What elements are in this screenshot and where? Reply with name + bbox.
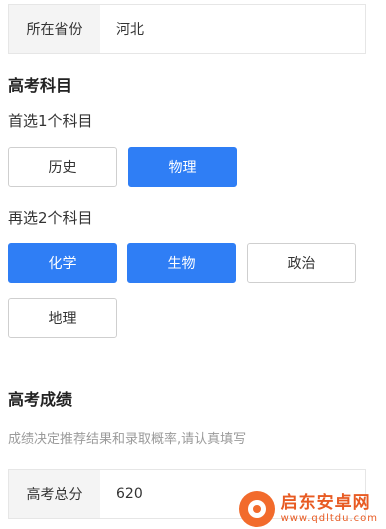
- province-label: 所在省份: [9, 5, 100, 53]
- first-choice-prompt: 首选1个科目: [8, 112, 93, 130]
- watermark: 启东安卓网 www.qdltdu.com: [238, 491, 378, 527]
- watermark-logo-icon: [238, 491, 275, 527]
- option-history[interactable]: 历史: [8, 147, 117, 187]
- second-choice-prompt: 再选2个科目: [8, 209, 93, 227]
- watermark-name: 启东安卓网: [280, 493, 371, 514]
- province-field[interactable]: 所在省份 河北: [8, 4, 366, 54]
- option-biology[interactable]: 生物: [127, 243, 236, 283]
- total-score-label: 高考总分: [9, 470, 100, 518]
- option-politics[interactable]: 政治: [247, 243, 356, 283]
- subjects-title: 高考科目: [8, 76, 73, 95]
- score-title: 高考成绩: [8, 390, 73, 409]
- province-value[interactable]: 河北: [100, 5, 365, 53]
- option-physics[interactable]: 物理: [128, 147, 237, 187]
- option-geography[interactable]: 地理: [8, 298, 117, 338]
- score-hint: 成绩决定推荐结果和录取概率,请认真填写: [8, 432, 247, 447]
- watermark-url: www.qdltdu.com: [280, 512, 378, 524]
- option-chemistry[interactable]: 化学: [8, 243, 117, 283]
